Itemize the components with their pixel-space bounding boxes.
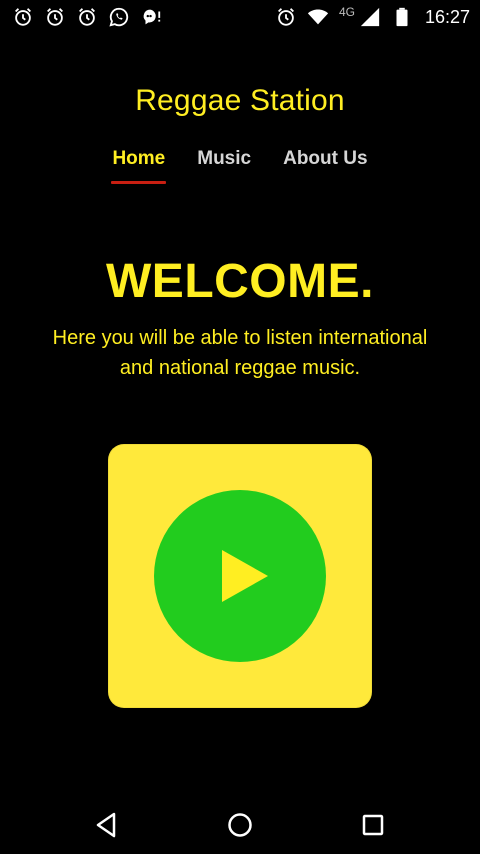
recents-icon xyxy=(363,814,384,836)
welcome-line-1: Here you will be able to listen internat… xyxy=(52,327,428,349)
recents-button[interactable] xyxy=(353,805,393,845)
play-button[interactable] xyxy=(154,490,326,662)
back-icon xyxy=(96,812,115,838)
alarm-icon xyxy=(275,6,297,28)
nav-tab-music[interactable]: Music xyxy=(197,148,251,184)
wifi-icon xyxy=(307,6,329,28)
cell-signal-icon xyxy=(359,6,381,28)
home-button[interactable] xyxy=(220,805,260,845)
home-icon xyxy=(228,813,252,837)
whatsapp-icon xyxy=(108,6,130,28)
top-nav: Home Music About Us xyxy=(0,148,480,184)
status-right-icons: 4G 16:27 xyxy=(275,5,470,28)
alarm-icon xyxy=(76,6,98,28)
status-left-icons xyxy=(12,6,162,28)
battery-icon xyxy=(391,6,413,28)
play-icon xyxy=(222,550,268,602)
status-clock: 16:27 xyxy=(424,6,470,27)
network-type-label: 4G xyxy=(338,5,355,19)
welcome-line-2: and national reggae music. xyxy=(119,357,361,379)
welcome-heading: WELCOME. xyxy=(106,255,374,308)
alarm-icon xyxy=(44,6,66,28)
play-button-tile[interactable] xyxy=(108,444,372,708)
back-button[interactable] xyxy=(87,805,127,845)
status-bar: 4G 16:27 xyxy=(0,0,480,34)
welcome-description: Here you will be able to listen internat… xyxy=(30,323,450,383)
system-nav-bar xyxy=(0,796,480,854)
notification-bubble-icon xyxy=(140,6,162,28)
nav-tab-about-us[interactable]: About Us xyxy=(283,148,367,184)
alarm-icon xyxy=(12,6,34,28)
nav-tab-home[interactable]: Home xyxy=(111,148,167,184)
app-title: Reggae Station xyxy=(135,84,345,117)
